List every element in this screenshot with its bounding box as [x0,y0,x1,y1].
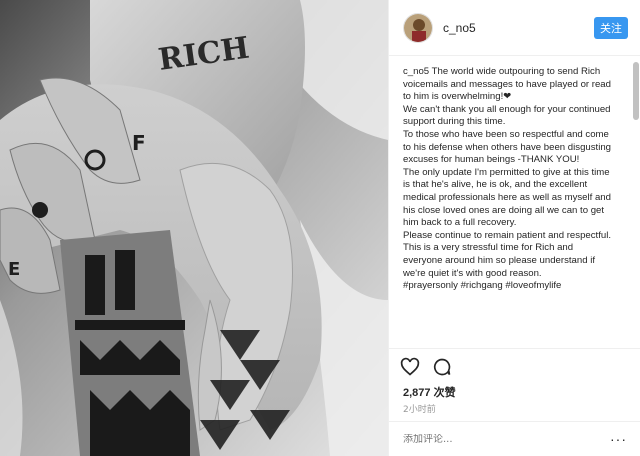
header-username[interactable]: c_no5 [443,21,594,35]
avatar-image [404,13,432,42]
caption-line-2: We can't thank you all enough for your c… [403,103,611,128]
ellipsis-icon[interactable]: ··· [610,431,627,447]
avatar[interactable] [403,12,433,43]
follow-button[interactable]: 关注 [594,16,628,39]
heart-icon[interactable] [399,356,421,378]
caption-area[interactable]: c_no5 The world wide outpouring to send … [389,57,640,349]
post-photo[interactable]: RICH F E [0,0,388,456]
likes-count[interactable]: 2,877 次赞 [403,384,456,400]
caption-line-4: The only update I'm permitted to give at… [403,166,611,229]
comment-bar: ··· [389,421,640,456]
instagram-post: RICH F E c_no5 关注 c_no5 The world wide o… [0,0,640,456]
post-sidebar: c_no5 关注 c_no5 The world wide outpouring… [388,0,640,456]
caption-scroll-thumb[interactable] [633,62,639,120]
caption-line-6: This is a very stressful time for Rich a… [403,242,595,279]
caption-username[interactable]: c_no5 [403,66,429,77]
caption-scrollbar[interactable] [633,60,639,344]
tattooed-hands-image: RICH F E [0,0,388,456]
action-bar [399,356,453,378]
post-timestamp[interactable]: 2小时前 [403,402,436,415]
caption-line-3: To those who have been so respectful and… [403,128,612,166]
caption-line-1: c_no5 The world wide outpouring to send … [403,66,611,103]
caption-line-5: Please continue to remain patient and re… [403,229,611,241]
caption-line-7: #prayersonly #richgang #loveofmylife [403,280,562,292]
svg-text:E: E [8,259,20,280]
post-header: c_no5 关注 [389,0,640,56]
svg-text:F: F [132,131,146,155]
comment-icon[interactable] [431,356,453,378]
caption-text: c_no5 The world wide outpouring to send … [389,57,629,293]
comment-input[interactable] [403,433,603,445]
